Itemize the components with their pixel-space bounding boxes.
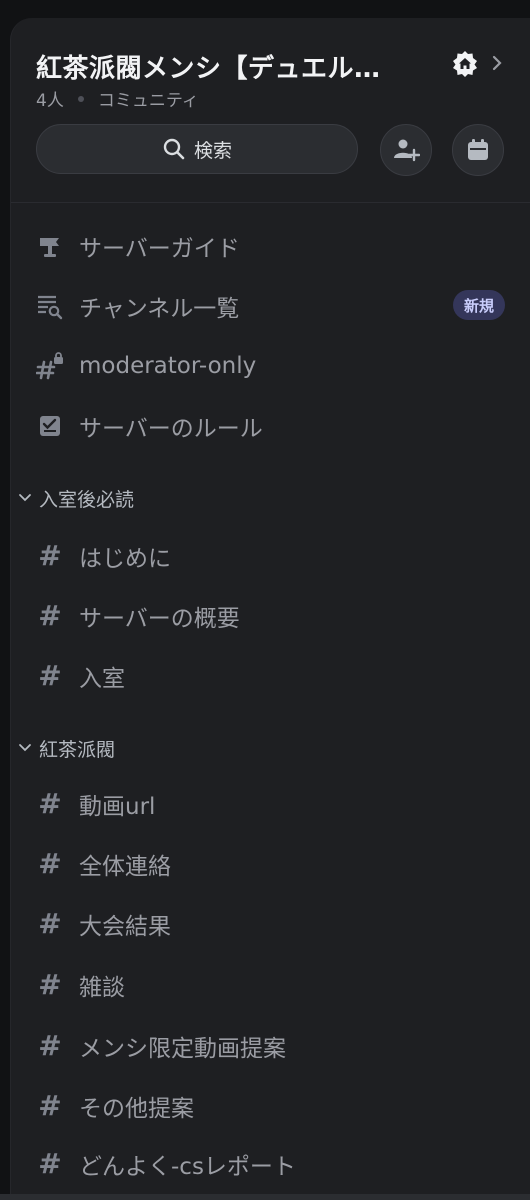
hash-icon: # xyxy=(38,787,62,820)
server-type: コミュニティ xyxy=(97,91,199,111)
channel-moderator-only[interactable]: moderator-only xyxy=(11,336,530,396)
channel-server-guide[interactable]: サーバーガイド xyxy=(11,216,530,276)
hash-icon: # xyxy=(38,907,62,940)
channel-label: チャンネル一覧 xyxy=(79,296,240,322)
channel-label: 雑談 xyxy=(79,975,125,1001)
channel-item[interactable]: # その他提案 xyxy=(11,1076,530,1136)
channel-label: サーバーの概要 xyxy=(79,606,240,632)
bottom-bar xyxy=(0,1194,530,1200)
locked-hash-icon xyxy=(36,352,64,380)
separator-dot xyxy=(77,95,84,102)
search-button[interactable]: 検索 xyxy=(36,124,358,174)
new-badge: 新規 xyxy=(453,290,506,320)
category-label: 入室後必読 xyxy=(39,488,135,511)
add-member-icon xyxy=(394,139,420,162)
hash-icon: # xyxy=(38,968,62,1001)
channel-label: サーバーガイド xyxy=(79,236,240,262)
events-button[interactable] xyxy=(452,124,504,176)
chevron-down-icon xyxy=(19,494,31,502)
channel-item[interactable]: # 大会結果 xyxy=(11,894,530,954)
hash-icon: # xyxy=(38,847,62,880)
channel-label: どんよく-csレポート xyxy=(79,1154,296,1180)
calendar-icon xyxy=(468,139,488,160)
channel-label: moderator-only xyxy=(79,353,257,379)
member-count: 4人 xyxy=(36,91,64,111)
invite-button[interactable] xyxy=(380,124,432,176)
search-icon xyxy=(163,138,185,160)
community-badge-icon xyxy=(451,50,479,78)
channel-item[interactable]: # はじめに xyxy=(11,526,530,586)
signpost-icon xyxy=(36,232,64,260)
chevron-right-icon[interactable] xyxy=(489,52,505,74)
channel-label: 大会結果 xyxy=(79,914,171,940)
hash-icon: # xyxy=(38,1147,62,1180)
channel-server-rules[interactable]: サーバーのルール xyxy=(11,396,530,456)
channel-label: 動画url xyxy=(79,794,156,820)
server-header: 紅茶派閥メンシ【デュエル… 4人 コミュニティ 検索 xyxy=(11,18,530,202)
hash-icon: # xyxy=(38,539,62,572)
server-meta: 4人 コミュニティ xyxy=(36,86,199,111)
channel-item[interactable]: # 雑談 xyxy=(11,955,530,1015)
channel-item[interactable]: # メンシ限定動画提案 xyxy=(11,1016,530,1076)
channel-item[interactable]: # 動画url xyxy=(11,774,530,834)
server-name[interactable]: 紅茶派閥メンシ【デュエル… xyxy=(36,48,426,85)
channel-label: 全体連絡 xyxy=(79,854,171,880)
category-header[interactable]: 入室後必読 xyxy=(11,478,530,518)
chevron-down-icon xyxy=(19,744,31,752)
search-label: 検索 xyxy=(193,139,232,162)
rules-check-icon xyxy=(36,412,64,440)
header-divider xyxy=(11,202,530,203)
hash-icon: # xyxy=(38,659,62,692)
channel-label: メンシ限定動画提案 xyxy=(79,1036,286,1062)
hash-icon: # xyxy=(38,599,62,632)
channel-item[interactable]: # 入室 xyxy=(11,646,530,706)
channel-label: はじめに xyxy=(79,546,171,572)
channel-item[interactable]: # どんよく-csレポート xyxy=(11,1134,530,1194)
channel-label: サーバーのルール xyxy=(79,416,263,442)
category-header[interactable]: 紅茶派閥 xyxy=(11,728,530,768)
hash-icon: # xyxy=(38,1029,62,1062)
channel-item[interactable]: # 全体連絡 xyxy=(11,834,530,894)
channel-browse-icon xyxy=(36,292,64,320)
hash-icon: # xyxy=(38,1089,62,1122)
channel-label: 入室 xyxy=(79,666,125,692)
category-label: 紅茶派閥 xyxy=(39,738,116,761)
channel-label: その他提案 xyxy=(79,1096,194,1122)
channel-sidebar: 紅茶派閥メンシ【デュエル… 4人 コミュニティ 検索 サーバーガイド チャンネル… xyxy=(10,18,530,1194)
channel-browse[interactable]: チャンネル一覧 新規 xyxy=(11,276,530,336)
channel-item[interactable]: # サーバーの概要 xyxy=(11,586,530,646)
